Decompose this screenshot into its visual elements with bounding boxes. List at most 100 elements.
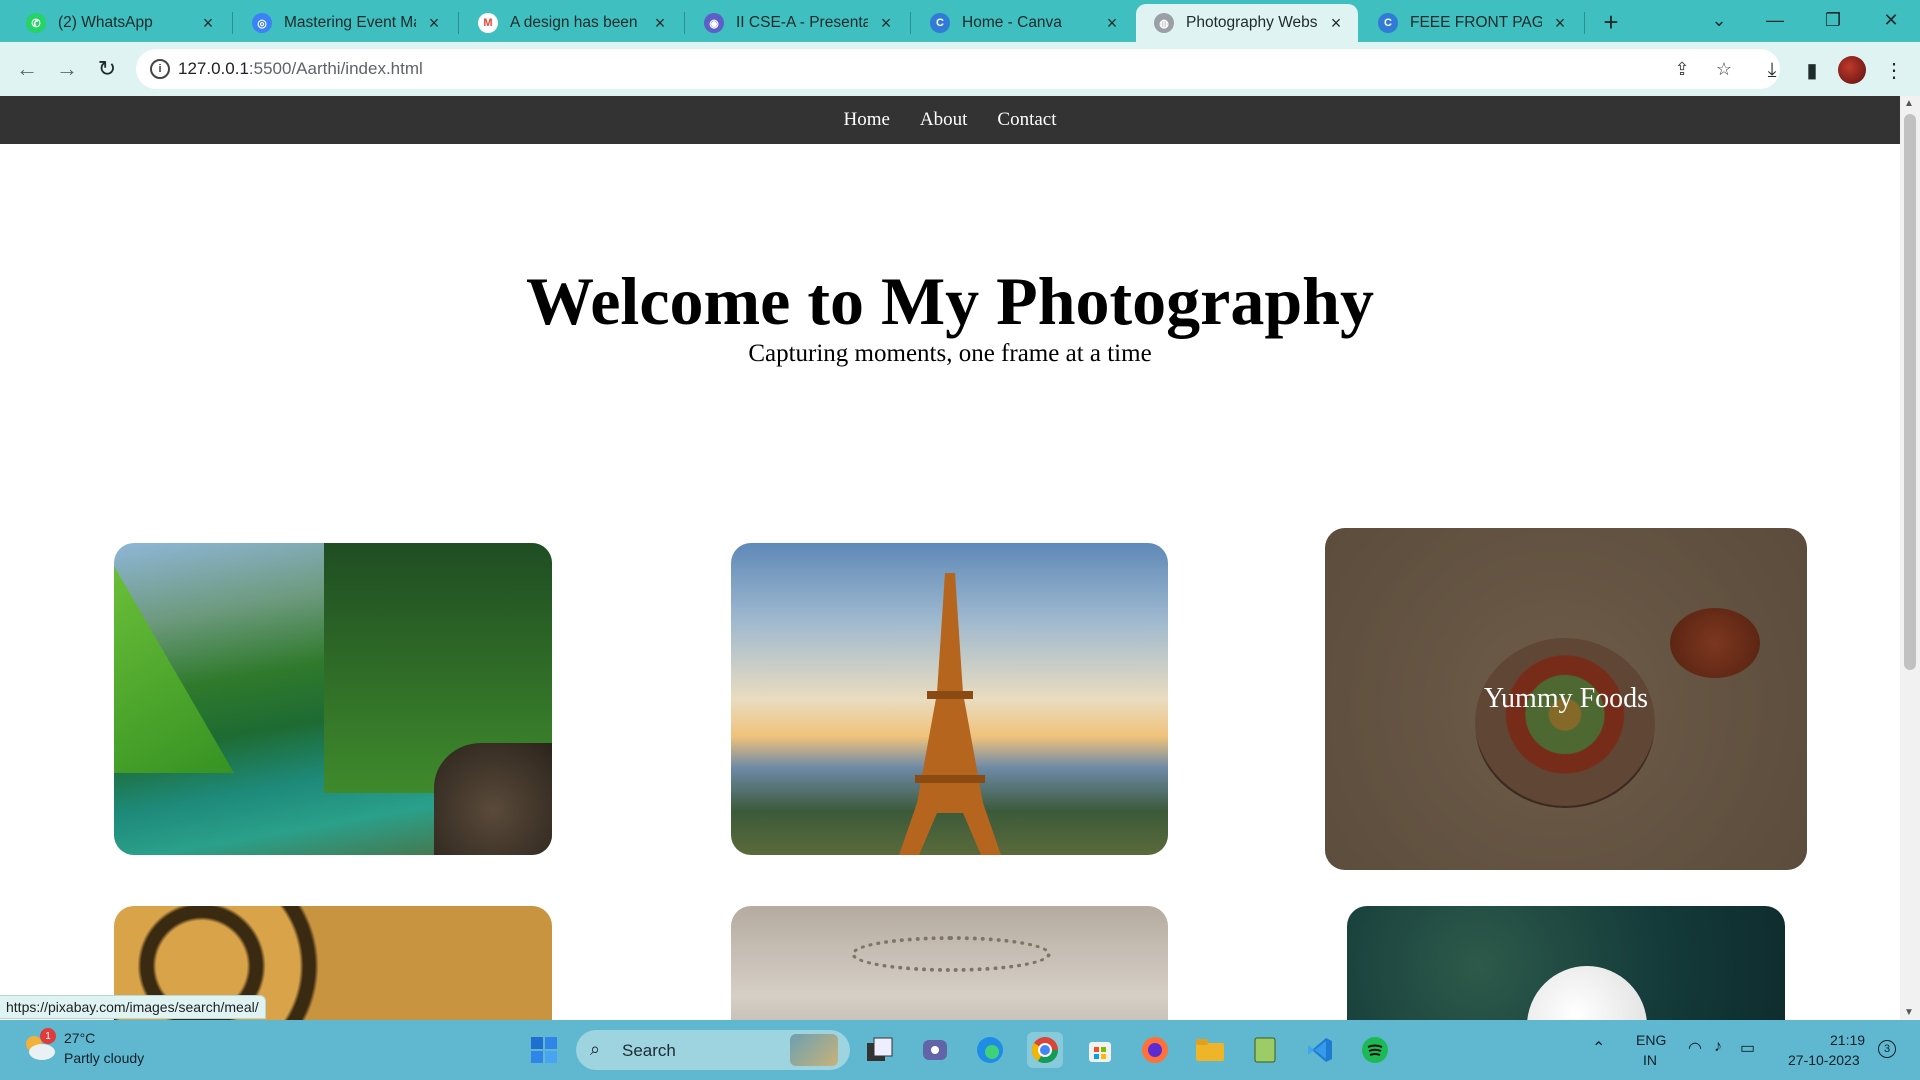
wifi-icon[interactable]: ◠ [1688, 1038, 1702, 1058]
chrome-browser-icon[interactable] [1027, 1032, 1063, 1068]
hero-title: Welcome to My Photography [526, 263, 1374, 339]
web-globe-icon: ◎ [252, 13, 272, 33]
minimize-button[interactable]: — [1750, 0, 1800, 40]
card-caption: Yummy Foods [1483, 683, 1649, 714]
eiffel-tower-shape [899, 573, 1001, 855]
weather-temperature[interactable]: 27°C [64, 1030, 95, 1046]
menu-kebab-icon[interactable]: ⋮ [1880, 56, 1908, 84]
whatsapp-icon: ✆ [26, 13, 46, 33]
tab-feee-front-page[interactable]: C FEEE FRONT PAGE.pd × [1360, 4, 1582, 42]
tab-canva-home[interactable]: C Home - Canva × [912, 4, 1134, 42]
tab-photography-website[interactable]: ◍ Photography Website × [1136, 4, 1358, 42]
teams-icon: ◉ [704, 13, 724, 33]
volume-icon[interactable]: ♪ [1714, 1038, 1722, 1056]
tab-label: Photography Website [1186, 14, 1318, 31]
eagle-photo[interactable] [1347, 906, 1785, 1020]
tab-mastering-event[interactable]: ◎ Mastering Event Man × [234, 4, 456, 42]
notepad-app-icon[interactable] [1247, 1032, 1283, 1068]
tab-teams[interactable]: ◉ II CSE-A - Presentatio × [686, 4, 908, 42]
tab-label: (2) WhatsApp [58, 14, 153, 31]
scroll-thumb[interactable] [1904, 114, 1916, 670]
vscode-icon[interactable] [1302, 1032, 1338, 1068]
clock-date[interactable]: 27-10-2023 [1788, 1052, 1860, 1068]
weather-description[interactable]: Partly cloudy [64, 1050, 144, 1066]
battery-icon[interactable]: ▭ [1740, 1038, 1755, 1058]
download-icon[interactable]: ⤓ [1758, 56, 1786, 84]
file-explorer-icon[interactable] [1192, 1032, 1228, 1068]
web-page: Home About Contact Welcome to My Photogr… [0, 96, 1900, 1020]
browser-toolbar: ← → ↻ i 127.0.0.1:5500/Aarthi/index.html… [0, 42, 1920, 96]
taskbar-search-box[interactable]: ⌕ Search [576, 1030, 850, 1070]
task-view-icon[interactable] [862, 1032, 898, 1068]
tab-label: Home - Canva [962, 14, 1062, 31]
close-icon[interactable]: × [876, 13, 896, 33]
green-slope [114, 566, 234, 773]
search-highlight-image [790, 1034, 838, 1066]
search-icon: ⌕ [590, 1039, 601, 1059]
gmail-icon: M [478, 13, 498, 33]
spotify-icon[interactable] [1357, 1032, 1393, 1068]
url-text[interactable]: 127.0.0.1:5500/Aarthi/index.html [178, 59, 423, 79]
hat-woman-photo[interactable] [731, 906, 1168, 1020]
taskbar-search-placeholder: Search [622, 1041, 676, 1060]
scroll-down-arrow-icon[interactable]: ▼ [1904, 1007, 1914, 1018]
tab-label: FEEE FRONT PAGE.pd [1410, 14, 1542, 31]
restore-button[interactable]: ❐ [1808, 0, 1858, 40]
back-arrow-icon[interactable]: ← [12, 54, 42, 84]
close-window-button[interactable]: ✕ [1866, 0, 1916, 40]
canva-icon: C [1378, 13, 1398, 33]
microsoft-store-icon[interactable] [1082, 1032, 1118, 1068]
eiffel-tower-photo[interactable] [731, 543, 1168, 855]
clock-time[interactable]: 21:19 [1830, 1032, 1865, 1048]
canva-icon: C [930, 13, 950, 33]
nav-about[interactable]: About [920, 109, 968, 131]
scroll-up-arrow-icon[interactable]: ▲ [1904, 98, 1914, 109]
share-icon[interactable]: ⇪ [1670, 57, 1694, 81]
firefox-icon[interactable] [1137, 1032, 1173, 1068]
mountain-lake-photo[interactable] [114, 543, 552, 855]
tab-separator [1584, 12, 1585, 34]
nav-home[interactable]: Home [843, 109, 889, 131]
site-info-icon[interactable]: i [150, 59, 170, 79]
close-icon[interactable]: × [650, 13, 670, 33]
close-icon[interactable]: × [424, 13, 444, 33]
tab-gmail[interactable]: M A design has been sh × [460, 4, 682, 42]
meet-chat-icon[interactable] [917, 1032, 953, 1068]
close-icon[interactable]: × [198, 13, 218, 33]
tab-separator [684, 12, 685, 34]
card-overlay: Yummy Foods [1325, 528, 1807, 870]
reload-icon[interactable]: ↻ [92, 54, 122, 84]
weather-badge: 1 [40, 1028, 56, 1044]
new-tab-button[interactable]: + [1597, 7, 1625, 37]
notification-count[interactable]: 3 [1878, 1040, 1896, 1058]
globe-icon: ◍ [1154, 13, 1174, 33]
address-bar[interactable]: i 127.0.0.1:5500/Aarthi/index.html ⇪ ☆ [136, 49, 1780, 89]
language-code[interactable]: ENG [1636, 1032, 1666, 1048]
tab-whatsapp[interactable]: ✆ (2) WhatsApp × [8, 4, 230, 42]
start-windows-icon[interactable] [526, 1032, 562, 1068]
eagle-head [1527, 966, 1647, 1020]
profile-avatar[interactable] [1838, 56, 1866, 84]
side-panel-icon[interactable]: ▮ [1798, 56, 1826, 84]
forward-arrow-icon[interactable]: → [52, 54, 82, 84]
bookmark-star-icon[interactable]: ☆ [1712, 57, 1736, 81]
food-bowl-photo[interactable]: Yummy Foods [1325, 528, 1807, 870]
url-host: 127.0.0.1 [178, 59, 249, 78]
rocks [434, 743, 552, 855]
tray-overflow-chevron-icon[interactable]: ⌃ [1592, 1038, 1605, 1058]
close-icon[interactable]: × [1550, 13, 1570, 33]
close-icon[interactable]: × [1102, 13, 1122, 33]
tab-separator [232, 12, 233, 34]
hero-subtitle: Capturing moments, one frame at a time [748, 340, 1152, 367]
edge-browser-icon[interactable] [972, 1032, 1008, 1068]
site-navbar: Home About Contact [0, 96, 1900, 144]
tab-label: Mastering Event Man [284, 14, 416, 31]
tab-strip: ✆ (2) WhatsApp × ◎ Mastering Event Man ×… [0, 0, 1920, 42]
language-region[interactable]: IN [1643, 1052, 1657, 1068]
close-icon[interactable]: × [1326, 13, 1346, 33]
tab-separator [458, 12, 459, 34]
nav-contact[interactable]: Contact [997, 109, 1056, 131]
link-status-url: https://pixabay.com/images/search/meal/ [0, 995, 266, 1019]
page-scrollbar[interactable]: ▲ ▼ [1900, 96, 1920, 1020]
tab-search-chevron-icon[interactable]: ⌄ [1694, 0, 1744, 40]
